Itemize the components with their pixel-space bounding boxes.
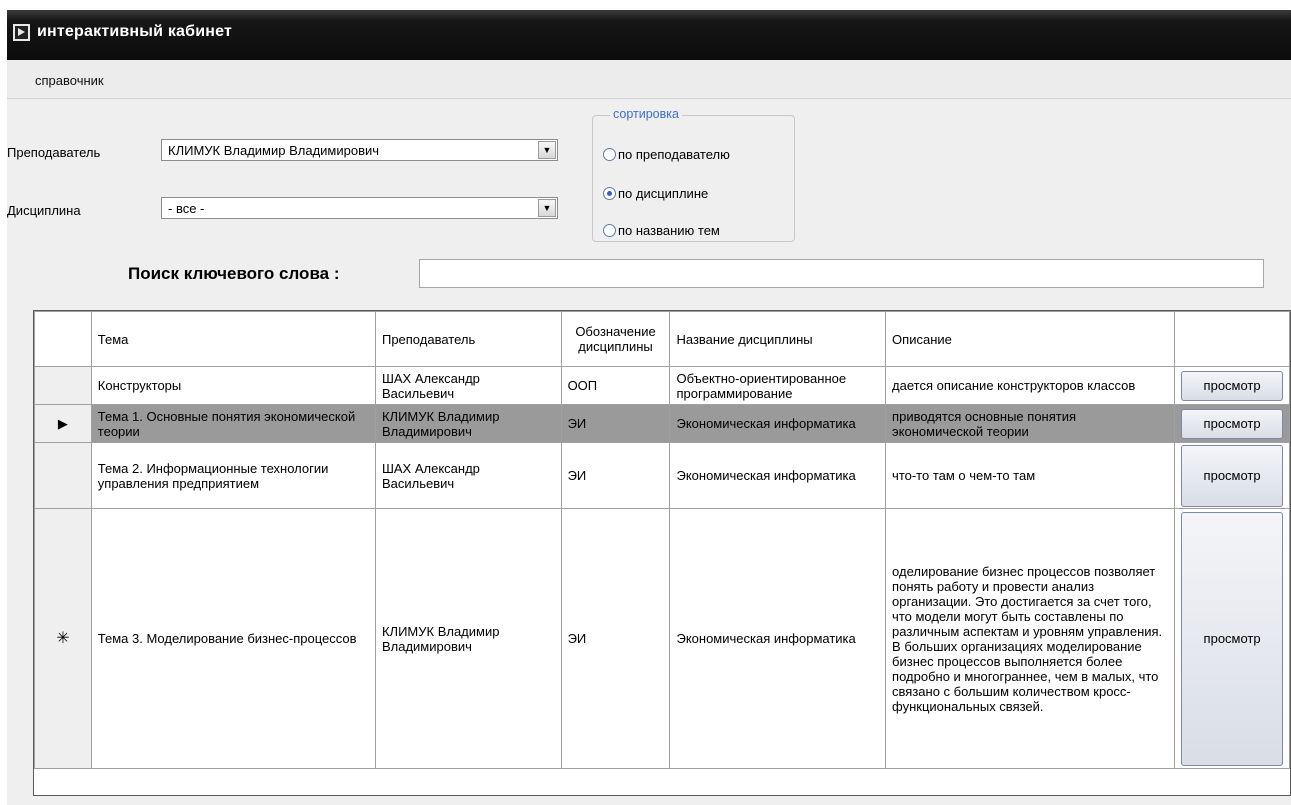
column-header-topic[interactable]: Тема (90, 311, 376, 367)
row-header-corner (34, 311, 92, 367)
cell-topic[interactable]: Конструкторы (90, 366, 376, 405)
cell-description[interactable]: приводятся основные понятия экономическо… (885, 404, 1176, 443)
radio-label: по названию тем (618, 223, 720, 238)
cell-topic[interactable]: Тема 3. Моделирование бизнес-процессов (90, 508, 376, 769)
cell-code[interactable]: ЭИ (560, 404, 671, 443)
cell-description[interactable]: дается описание конструкторов классов (885, 366, 1176, 405)
column-header-discipline[interactable]: Название дисциплины (669, 311, 887, 367)
form-area: Преподаватель КЛИМУК Владимир Владимиров… (7, 99, 1291, 805)
title-bar: интерактивный кабинет (7, 10, 1291, 60)
table-row[interactable]: Конструкторы ШАХ Александр Васильевич ОО… (34, 366, 1290, 405)
radio-sort-by-teacher[interactable]: по преподавателю (603, 147, 730, 162)
search-input[interactable] (419, 259, 1264, 288)
row-header[interactable] (34, 366, 92, 405)
cell-code[interactable]: ООП (560, 366, 671, 405)
cell-teacher[interactable]: ШАХ Александр Васильевич (374, 366, 562, 405)
menu-item-reference[interactable]: справочник (35, 73, 104, 88)
column-header-code[interactable]: Обозначение дисциплины (560, 311, 671, 367)
cell-teacher[interactable]: ШАХ Александр Васильевич (374, 442, 562, 509)
cell-code[interactable]: ЭИ (560, 442, 671, 509)
cell-discipline[interactable]: Экономическая информатика (669, 404, 887, 443)
radio-circle-icon[interactable] (603, 224, 616, 237)
radio-label: по преподавателю (618, 147, 730, 162)
radio-sort-by-topic[interactable]: по названию тем (603, 223, 720, 238)
sort-groupbox: сортировка по преподавателю по дисциплин… (592, 107, 795, 242)
cell-description[interactable]: оделирование бизнес процессов позволяет … (885, 508, 1176, 769)
row-header-new-row-icon[interactable]: ✳ (34, 508, 92, 769)
column-header-description[interactable]: Описание (885, 311, 1176, 367)
discipline-combobox[interactable]: - все - ▼ (161, 197, 558, 219)
radio-sort-by-discipline[interactable]: по дисциплине (603, 186, 708, 201)
cell-teacher[interactable]: КЛИМУК Владимир Владимирович (374, 508, 562, 769)
view-button[interactable]: просмотр (1181, 370, 1283, 401)
cell-topic[interactable]: Тема 2. Информационные технологии управл… (90, 442, 376, 509)
radio-checked-icon[interactable] (603, 187, 616, 200)
topics-datagrid[interactable]: Тема Преподаватель Обозначение дисциплин… (33, 310, 1291, 796)
cell-discipline[interactable]: Экономическая информатика (669, 508, 887, 769)
discipline-value: - все - (168, 201, 205, 216)
view-button[interactable]: просмотр (1181, 444, 1283, 507)
table-row[interactable]: Тема 2. Информационные технологии управл… (34, 442, 1290, 509)
search-label: Поиск ключевого слова : (128, 264, 340, 283)
cell-description[interactable]: что-то там о чем-то там (885, 442, 1176, 509)
cell-discipline[interactable]: Экономическая информатика (669, 442, 887, 509)
chevron-down-icon[interactable]: ▼ (538, 141, 556, 159)
window-title: интерактивный кабинет (37, 23, 233, 40)
view-button[interactable]: просмотр (1181, 408, 1283, 439)
radio-circle-icon[interactable] (603, 148, 616, 161)
teacher-value: КЛИМУК Владимир Владимирович (168, 143, 380, 158)
cell-code[interactable]: ЭИ (560, 508, 671, 769)
row-header-current-icon[interactable]: ▶ (34, 404, 92, 443)
table-row-selected[interactable]: ▶ Тема 1. Основные понятия экономической… (34, 404, 1290, 443)
table-row-new[interactable]: ✳ Тема 3. Моделирование бизнес-процессов… (34, 508, 1290, 769)
chevron-down-icon[interactable]: ▼ (538, 199, 556, 217)
view-button[interactable]: просмотр (1181, 511, 1283, 766)
discipline-label: Дисциплина (7, 203, 81, 218)
sort-legend: сортировка (610, 107, 682, 121)
radio-label: по дисциплине (618, 186, 709, 201)
cell-topic[interactable]: Тема 1. Основные понятия экономической т… (90, 404, 376, 443)
column-header-teacher[interactable]: Преподаватель (374, 311, 562, 367)
teacher-combobox[interactable]: КЛИМУК Владимир Владимирович ▼ (161, 139, 558, 161)
cell-teacher[interactable]: КЛИМУК Владимир Владимирович (374, 404, 562, 443)
row-header[interactable] (34, 442, 92, 509)
menu-bar: справочник (7, 60, 1291, 99)
app-icon[interactable] (13, 24, 30, 41)
cell-discipline[interactable]: Объектно-ориентированное программировани… (669, 366, 887, 405)
table-header-row: Тема Преподаватель Обозначение дисциплин… (34, 311, 1290, 367)
column-header-action[interactable] (1174, 311, 1290, 367)
topics-table: Тема Преподаватель Обозначение дисциплин… (34, 311, 1290, 769)
teacher-label: Преподаватель (7, 145, 101, 160)
